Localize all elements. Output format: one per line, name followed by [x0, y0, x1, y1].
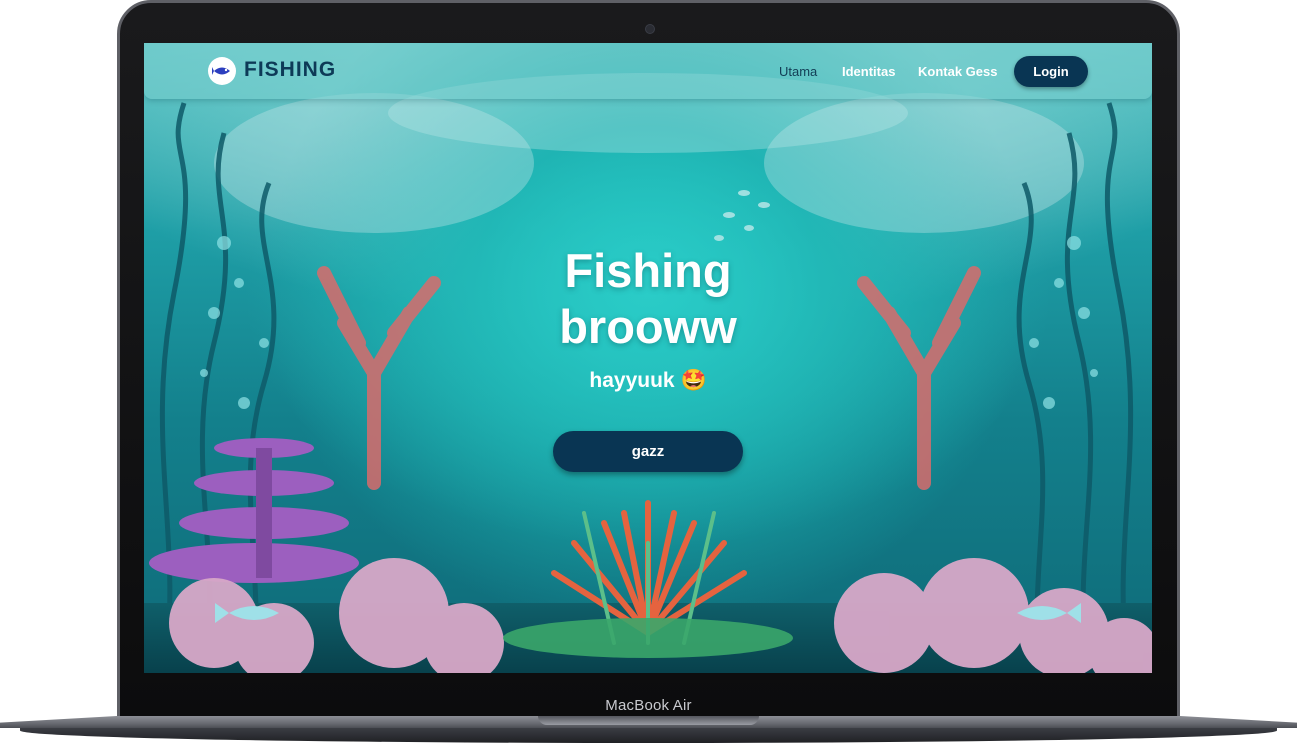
nav-link-identitas[interactable]: Identitas [842, 64, 895, 79]
camera-icon [645, 24, 655, 34]
login-button[interactable]: Login [1014, 56, 1088, 87]
brand-name[interactable]: FISHING [244, 58, 336, 82]
fish-logo-icon[interactable] [208, 57, 236, 85]
navbar: FISHING Utama Identitas Kontak Gess Logi… [144, 43, 1152, 99]
hero-subtitle: hayyuuk 🤩 [589, 369, 707, 392]
cta-button[interactable]: gazz [553, 431, 743, 472]
browser-screen: FISHING Utama Identitas Kontak Gess Logi… [144, 43, 1152, 673]
hero-title-line-2: brooww [559, 300, 737, 353]
hero-title-line-1: Fishing [564, 244, 732, 297]
laptop-base [0, 716, 1297, 745]
laptop-opening-notch [538, 716, 759, 725]
nav-link-utama[interactable]: Utama [779, 64, 817, 79]
nav-link-kontak[interactable]: Kontak Gess [918, 64, 997, 79]
underwater-background-illustration [144, 43, 1152, 673]
laptop-base-bottom [20, 728, 1277, 743]
device-label: MacBook Air [605, 697, 692, 714]
hero-title: Fishing brooww [448, 243, 848, 355]
